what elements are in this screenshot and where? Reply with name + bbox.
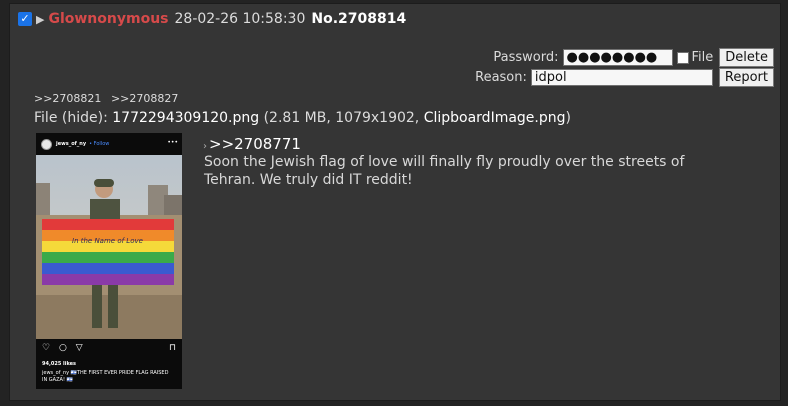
share-icon: ▽ [75,343,83,353]
more-icon: ••• [167,139,178,146]
thumb-handle: jews_of_ny [56,141,87,147]
file-link[interactable]: 1772294309120.png [112,110,259,126]
original-filename: ClipboardImage.png [423,110,566,126]
password-input[interactable]: ●●●●●●●● [562,49,673,66]
reason-row: Reason: idpol Report [475,68,774,87]
file-meta: (2.81 MB, 1079x1902, [259,110,424,126]
thumb-photo [36,155,182,339]
file-only-checkbox[interactable] [676,51,689,64]
report-button[interactable]: Report [718,68,774,87]
backlink[interactable]: >>2708821 [34,92,101,105]
post-header: ✓ ▶ Glownonymous 28-02-26 10:58:30 No.27… [18,10,406,28]
quote-link-row: › >>2708771 [203,135,301,153]
file-prefix: File ( [34,110,68,126]
image-thumbnail[interactable]: jews_of_ny • Follow ••• In the Name of L… [36,133,182,389]
backlink[interactable]: >>2708827 [111,92,178,105]
post-datetime: 28-02-26 10:58:30 [174,11,306,27]
expand-menu-icon[interactable]: ▶ [36,13,44,26]
post-message: Soon the Jewish flag of love will finall… [204,154,685,188]
password-label: Password: [493,50,559,65]
file-sep: ): [97,110,113,126]
reason-input[interactable]: idpol [530,69,713,86]
bookmark-icon: ⊓ [168,343,176,353]
avatar [41,138,52,150]
reason-label: Reason: [475,70,527,85]
quote-link[interactable]: >>2708771 [209,135,301,153]
flag-handwriting: In the Name of Love [72,237,143,245]
hide-link[interactable]: hide [67,110,97,126]
post-number-link[interactable]: No.2708814 [311,11,406,27]
pride-flag [42,219,174,285]
thumb-header: jews_of_ny • Follow ••• [36,133,182,155]
thumb-follow: • Follow [89,141,110,147]
file-only-label: File [691,50,714,65]
password-row: Password: ●●●●●●●● File Delete [475,48,774,67]
thumb-caption: jews_of_ny 🇮🇱THE FIRST EVER PRIDE FLAG R… [42,370,169,383]
thumb-likes: 94,025 likes [42,361,77,367]
delete-button[interactable]: Delete [719,48,774,67]
thumb-actions: ♡ ○ ▽ [42,343,89,353]
file-info: File (hide): 1772294309120.png (2.81 MB,… [34,110,571,126]
heart-icon: ♡ [42,343,51,353]
file-meta-close: ) [565,110,571,126]
post-container: ✓ ▶ Glownonymous 28-02-26 10:58:30 No.27… [9,3,781,401]
comment-icon: ○ [58,343,67,353]
poster-name: Glownonymous [48,11,169,27]
post-select-checkbox[interactable]: ✓ [18,12,32,26]
backlinks: >>2708821 >>2708827 [34,92,184,105]
delete-report-form: Password: ●●●●●●●● File Delete Reason: i… [475,48,774,88]
quote-arrow-icon: › [203,141,207,152]
